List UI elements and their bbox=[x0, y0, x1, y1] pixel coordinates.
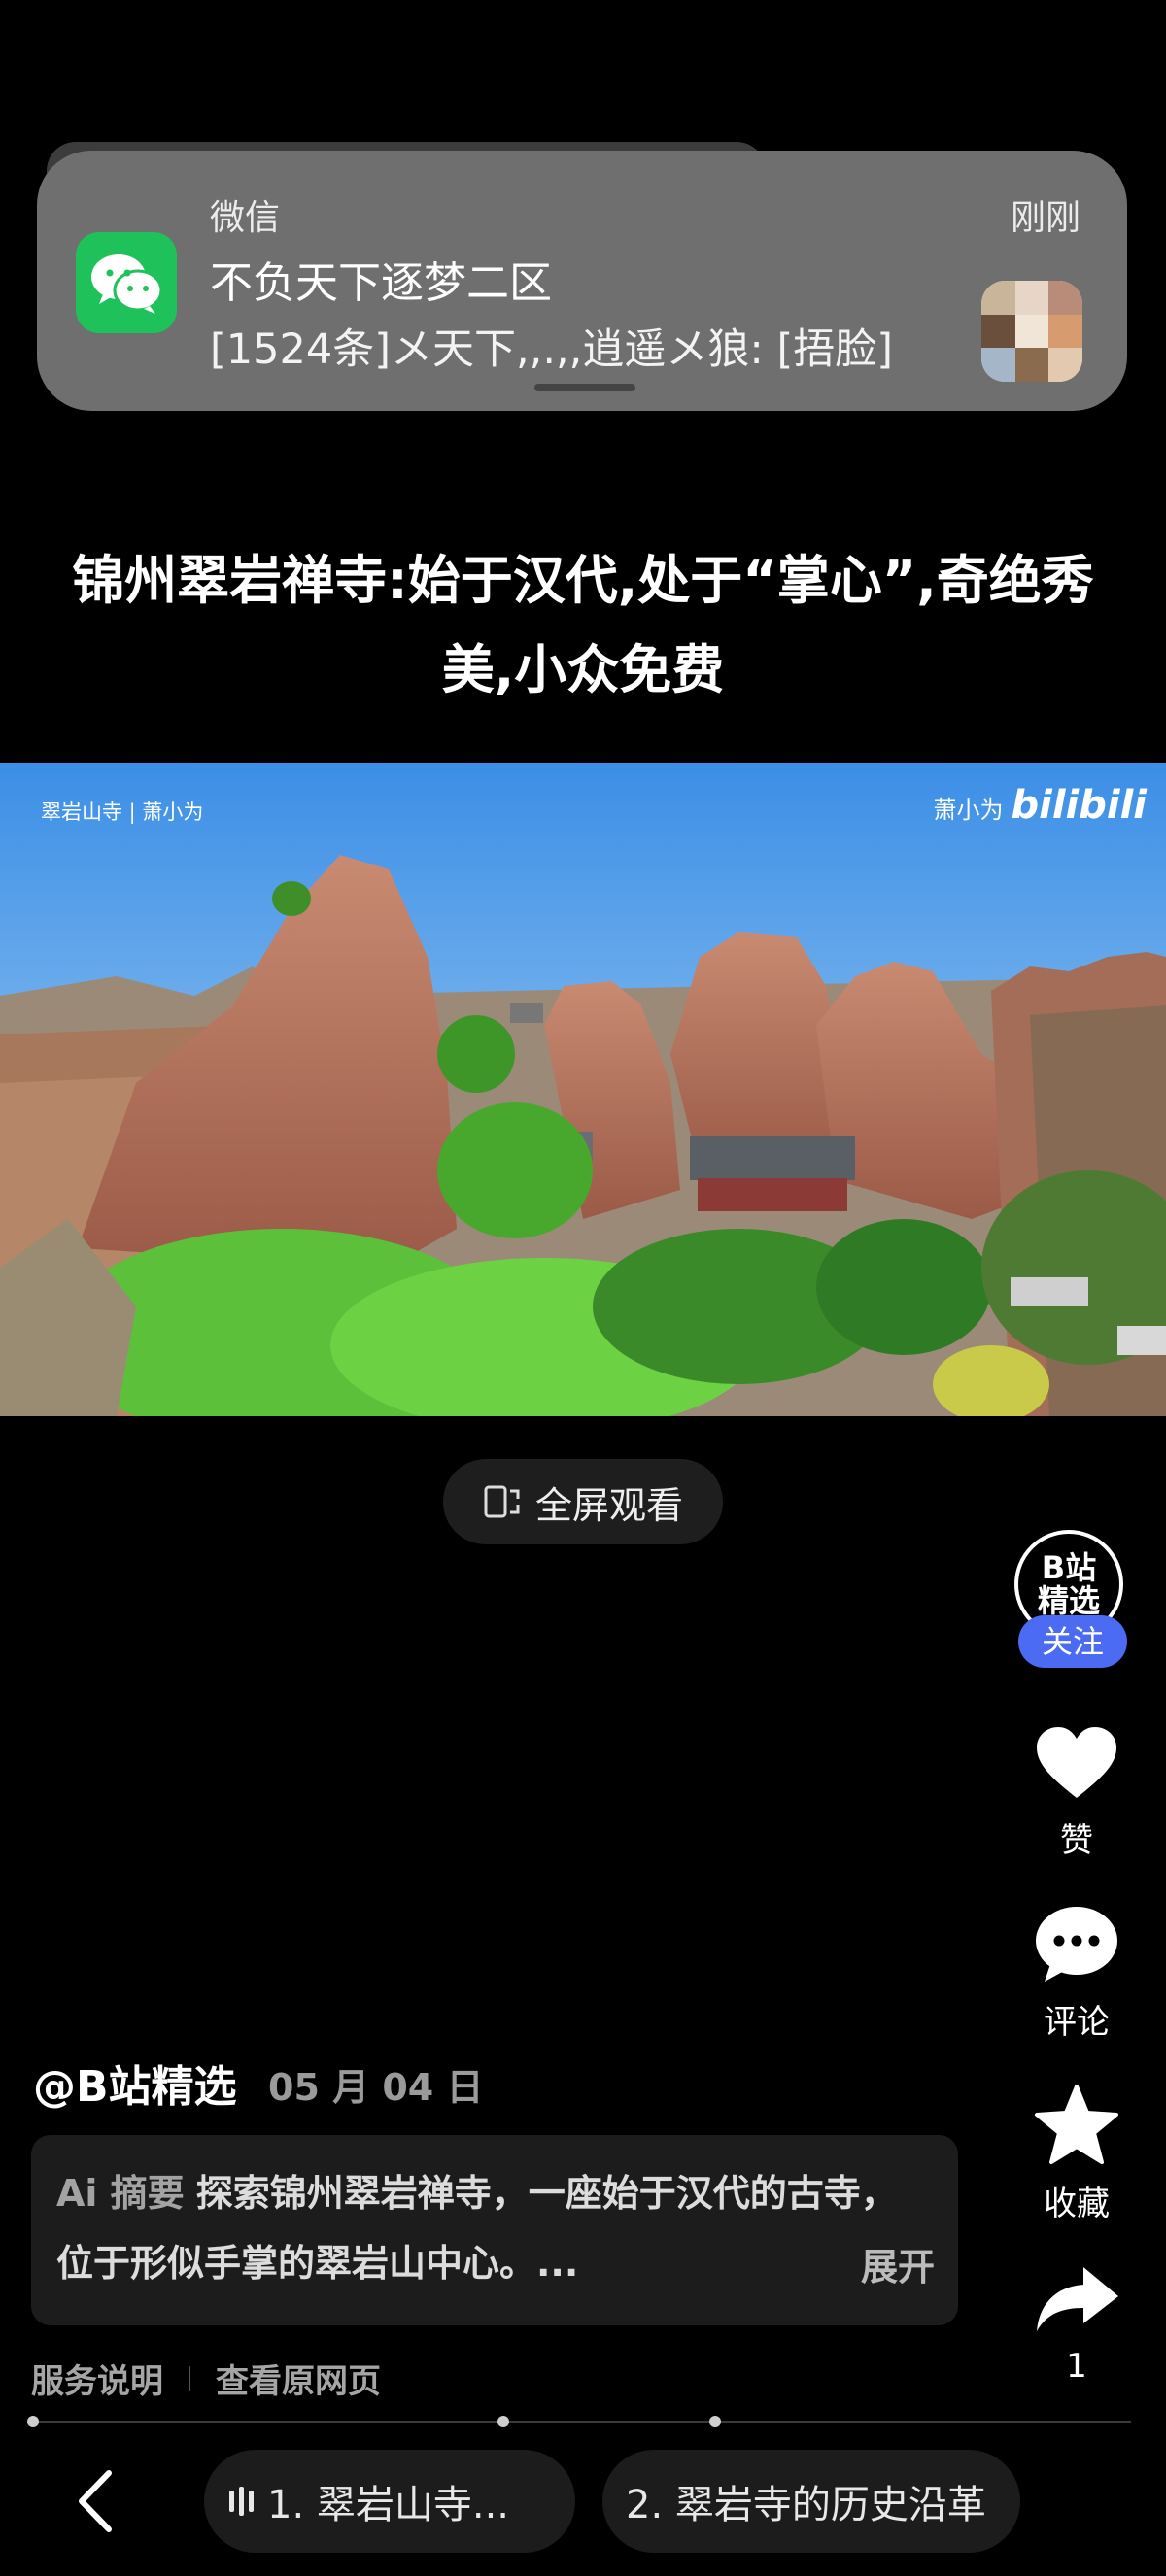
bilibili-logo: bilibili bbox=[1011, 783, 1147, 828]
fullscreen-label: 全屏观看 bbox=[534, 1483, 683, 1527]
video-frame-image bbox=[0, 763, 1166, 1416]
service-info-link[interactable]: 服务说明 bbox=[31, 2355, 163, 2402]
footer-links: 服务说明 查看原网页 bbox=[31, 2355, 381, 2402]
chapter-chip-1[interactable]: 1. 翠岩山寺... bbox=[204, 2450, 575, 2553]
share-button[interactable]: 1 bbox=[989, 2263, 1164, 2386]
account-badge-line1: B站 bbox=[1041, 1549, 1097, 1586]
ai-summary-card[interactable]: Ai 摘要 探索锦州翠岩禅寺，一座始于汉代的古寺，位于形似手掌的翠岩山中心。..… bbox=[31, 2135, 958, 2325]
chapter-marker bbox=[497, 2416, 509, 2427]
view-source-link[interactable]: 查看原网页 bbox=[216, 2355, 381, 2402]
notification-time: 刚刚 bbox=[1010, 198, 1080, 238]
follow-button[interactable]: 关注 bbox=[1018, 1615, 1127, 1668]
post-date: 05 月 04 日 bbox=[268, 2066, 484, 2109]
favorite-label: 收藏 bbox=[1044, 2185, 1110, 2223]
wechat-notification[interactable]: 微信 刚刚 不负天下逐梦二区 [1524条]メ天下,,.,,逍遥メ狼: [捂脸] bbox=[37, 151, 1127, 411]
chapter-progress-bar[interactable] bbox=[27, 2416, 1131, 2427]
article-title: 锦州翠岩禅寺:始于汉代,处于“掌心”,奇绝秀美,小众免费 bbox=[72, 550, 1094, 700]
notification-title: 不负天下逐梦二区 bbox=[210, 258, 552, 308]
video-watermark-left: 翠岩山寺 | 萧小为 bbox=[41, 800, 204, 824]
chapter-label: 2. 翠岩寺的历史沿革 bbox=[626, 2483, 986, 2527]
author-name[interactable]: @B站精选 bbox=[33, 2051, 237, 2114]
notification-app-name: 微信 bbox=[210, 198, 281, 238]
watermark-author: 萧小为 bbox=[933, 797, 1004, 824]
expand-button[interactable]: 展开 bbox=[861, 2232, 935, 2302]
chapter-marker bbox=[709, 2416, 721, 2427]
like-button[interactable]: 赞 bbox=[989, 1724, 1164, 1861]
video-player[interactable] bbox=[0, 763, 1166, 1416]
fullscreen-icon bbox=[484, 1485, 520, 1518]
chapter-label: 1. 翠岩山寺... bbox=[267, 2483, 510, 2527]
back-arrow-icon bbox=[79, 2470, 112, 2532]
notification-drag-handle[interactable] bbox=[534, 384, 635, 391]
comment-icon bbox=[1036, 1907, 1117, 1982]
video-watermark-right: 萧小为 bilibili bbox=[933, 783, 1147, 828]
link-divider bbox=[189, 2365, 190, 2391]
share-count: 1 bbox=[1066, 2347, 1087, 2386]
fullscreen-button[interactable]: 全屏观看 bbox=[443, 1459, 723, 1544]
comment-button[interactable]: 评论 bbox=[989, 1904, 1164, 2043]
heart-icon bbox=[1037, 1727, 1116, 1798]
ai-summary-tag: Ai 摘要 bbox=[56, 2172, 185, 2215]
notification-message: [1524条]メ天下,,.,,逍遥メ狼: [捂脸] bbox=[210, 325, 894, 374]
star-icon bbox=[1035, 2085, 1118, 2164]
wechat-icon bbox=[76, 232, 177, 333]
chapter-chip-2[interactable]: 2. 翠岩寺的历史沿革 bbox=[602, 2450, 1020, 2553]
progress-marker bbox=[27, 2416, 39, 2427]
back-button[interactable] bbox=[68, 2467, 126, 2535]
comment-label: 评论 bbox=[1044, 2003, 1110, 2042]
account-badge-line2: 精选 bbox=[1037, 1582, 1100, 1619]
like-label: 赞 bbox=[1060, 1821, 1093, 1860]
audio-bars-icon bbox=[229, 2487, 254, 2516]
favorite-button[interactable]: 收藏 bbox=[989, 2084, 1164, 2224]
share-icon bbox=[1037, 2267, 1118, 2331]
group-avatar bbox=[981, 281, 1082, 382]
